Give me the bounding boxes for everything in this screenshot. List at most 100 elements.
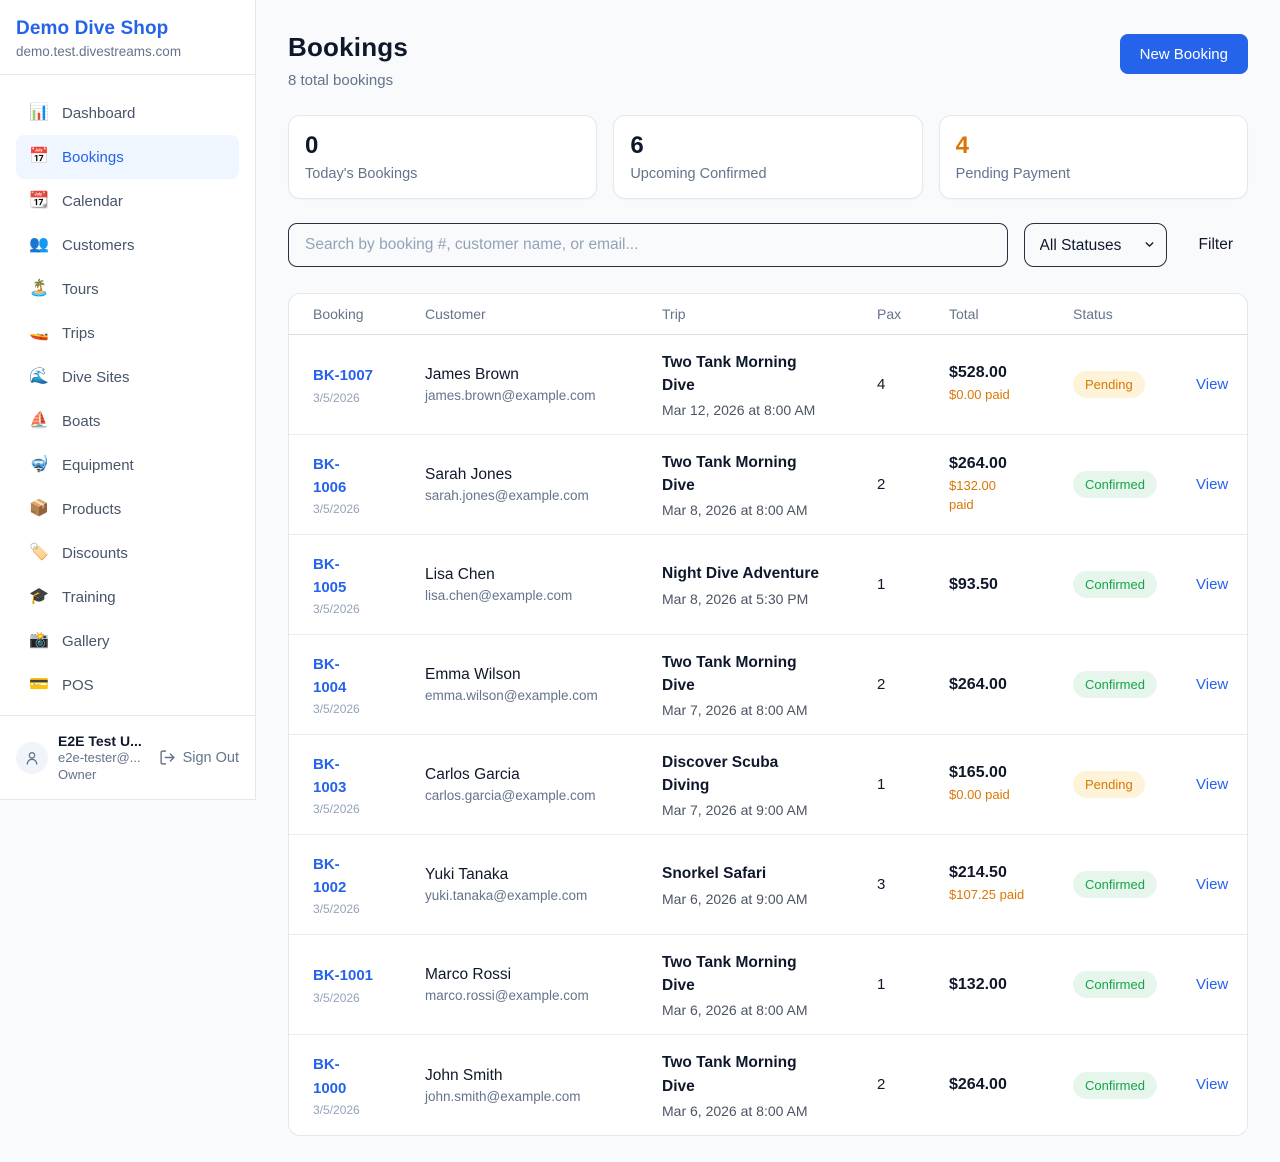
- page-subtitle: 8 total bookings: [288, 72, 408, 89]
- booking-id-link[interactable]: BK- 1002: [313, 853, 411, 900]
- nav-item-label: Dive Sites: [62, 369, 130, 386]
- sidebar-item[interactable]: 🏝️ Tours: [16, 267, 239, 311]
- stats-row: 0 Today's Bookings 6 Upcoming Confirmed …: [288, 115, 1248, 199]
- table-row: BK-1007 3/5/2026 James Brown james.brown…: [289, 335, 1247, 435]
- sign-out-button[interactable]: Sign Out: [159, 749, 239, 766]
- sidebar-item[interactable]: 🏷️ Discounts: [16, 531, 239, 575]
- booking-id-link[interactable]: BK- 1004: [313, 653, 411, 700]
- nav-item-label: Training: [62, 589, 116, 606]
- booking-id-link[interactable]: BK- 1003: [313, 753, 411, 800]
- pax-value: 2: [877, 476, 885, 493]
- status-badge: Confirmed: [1073, 971, 1157, 998]
- status-badge: Pending: [1073, 771, 1145, 798]
- booking-id-link[interactable]: BK- 1000: [313, 1053, 411, 1100]
- column-header: Customer: [425, 306, 662, 322]
- sidebar-item[interactable]: 🌊 Dive Sites: [16, 355, 239, 399]
- booking-cell: BK- 1003 3/5/2026: [313, 753, 425, 817]
- view-link[interactable]: View: [1196, 876, 1228, 893]
- status-cell: Confirmed: [1073, 1072, 1196, 1099]
- total-amount: $214.50: [949, 864, 1059, 882]
- nav-item-label: Boats: [62, 413, 100, 430]
- column-header: Status: [1073, 306, 1196, 322]
- sidebar-item[interactable]: ⛵ Boats: [16, 399, 239, 443]
- nav-item-label: Equipment: [62, 457, 134, 474]
- pax-value: 1: [877, 776, 885, 793]
- customer-email: marco.rossi@example.com: [425, 988, 648, 1003]
- nav-item-icon: 🏷️: [29, 545, 49, 561]
- nav-item-icon: 🎓: [29, 589, 49, 605]
- filter-button[interactable]: Filter: [1184, 236, 1248, 254]
- nav-item-icon: 👥: [29, 237, 49, 253]
- view-link[interactable]: View: [1196, 576, 1228, 593]
- nav-item-label: Dashboard: [62, 105, 135, 122]
- sidebar-item[interactable]: 💳 POS: [16, 663, 239, 707]
- sidebar-item[interactable]: 👥 Customers: [16, 223, 239, 267]
- customer-email: lisa.chen@example.com: [425, 588, 648, 603]
- sidebar-item[interactable]: 📅 Bookings: [16, 135, 239, 179]
- status-cell: Confirmed: [1073, 471, 1196, 498]
- trip-name: Snorkel Safari: [662, 862, 863, 885]
- view-cell: View: [1196, 576, 1242, 594]
- booking-cell: BK- 1005 3/5/2026: [313, 553, 425, 617]
- booking-cell: BK- 1002 3/5/2026: [313, 853, 425, 917]
- customer-cell: Emma Wilson emma.wilson@example.com: [425, 666, 662, 703]
- trip-name: Two Tank Morning Dive: [662, 451, 863, 498]
- search-input[interactable]: [288, 223, 1008, 267]
- sidebar-item[interactable]: 📦 Products: [16, 487, 239, 531]
- view-cell: View: [1196, 776, 1242, 794]
- trip-name: Two Tank Morning Dive: [662, 351, 863, 398]
- view-link[interactable]: View: [1196, 776, 1228, 793]
- brand-domain: demo.test.divestreams.com: [16, 44, 239, 59]
- customer-name: Emma Wilson: [425, 666, 648, 684]
- sidebar-item[interactable]: 🤿 Equipment: [16, 443, 239, 487]
- person-icon: [24, 750, 40, 766]
- sidebar-item[interactable]: 🎓 Training: [16, 575, 239, 619]
- brand-name: Demo Dive Shop: [16, 18, 239, 40]
- trip-cell: Two Tank Morning Dive Mar 8, 2026 at 8:0…: [662, 451, 877, 519]
- pax-cell: 2: [877, 1076, 949, 1094]
- trip-cell: Discover Scuba Diving Mar 7, 2026 at 9:0…: [662, 751, 877, 819]
- sidebar-item[interactable]: 🚤 Trips: [16, 311, 239, 355]
- nav-item-label: Discounts: [62, 545, 128, 562]
- customer-cell: Sarah Jones sarah.jones@example.com: [425, 466, 662, 503]
- booking-id-link[interactable]: BK- 1006: [313, 453, 411, 500]
- total-cell: $528.00 $0.00 paid: [949, 364, 1073, 405]
- total-cell: $93.50: [949, 576, 1073, 594]
- customer-name: Sarah Jones: [425, 466, 648, 484]
- booking-id-link[interactable]: BK-1007: [313, 364, 411, 387]
- nav-item-icon: ⛵: [29, 413, 49, 429]
- new-booking-button[interactable]: New Booking: [1120, 34, 1248, 74]
- total-amount: $528.00: [949, 364, 1059, 382]
- view-link[interactable]: View: [1196, 376, 1228, 393]
- paid-amount: $0.00 paid: [949, 786, 1059, 805]
- pax-cell: 3: [877, 876, 949, 894]
- pax-value: 1: [877, 576, 885, 593]
- view-cell: View: [1196, 976, 1242, 994]
- booking-id-link[interactable]: BK-1001: [313, 964, 411, 987]
- trip-name: Discover Scuba Diving: [662, 751, 863, 798]
- view-link[interactable]: View: [1196, 676, 1228, 693]
- view-link[interactable]: View: [1196, 476, 1228, 493]
- status-select-wrap: All Statuses: [1024, 223, 1167, 267]
- customer-email: sarah.jones@example.com: [425, 488, 648, 503]
- status-select[interactable]: All Statuses: [1024, 223, 1167, 267]
- trip-cell: Two Tank Morning Dive Mar 12, 2026 at 8:…: [662, 351, 877, 419]
- view-link[interactable]: View: [1196, 976, 1228, 993]
- booking-date: 3/5/2026: [313, 391, 411, 405]
- nav-item-label: Calendar: [62, 193, 123, 210]
- nav-item-label: POS: [62, 677, 94, 694]
- trip-datetime: Mar 8, 2026 at 8:00 AM: [662, 502, 863, 518]
- booking-cell: BK-1007 3/5/2026: [313, 364, 425, 404]
- sidebar-item[interactable]: 📆 Calendar: [16, 179, 239, 223]
- trip-datetime: Mar 8, 2026 at 5:30 PM: [662, 591, 863, 607]
- view-link[interactable]: View: [1196, 1076, 1228, 1093]
- trip-name: Night Dive Adventure: [662, 562, 863, 585]
- sidebar-item[interactable]: 📊 Dashboard: [16, 91, 239, 135]
- sidebar-item[interactable]: 📸 Gallery: [16, 619, 239, 663]
- main-content: Bookings 8 total bookings New Booking 0 …: [256, 0, 1280, 1162]
- column-header: Total: [949, 306, 1073, 322]
- stat-value: 6: [630, 133, 905, 159]
- booking-id-link[interactable]: BK- 1005: [313, 553, 411, 600]
- status-cell: Confirmed: [1073, 571, 1196, 598]
- total-amount: $264.00: [949, 455, 1059, 473]
